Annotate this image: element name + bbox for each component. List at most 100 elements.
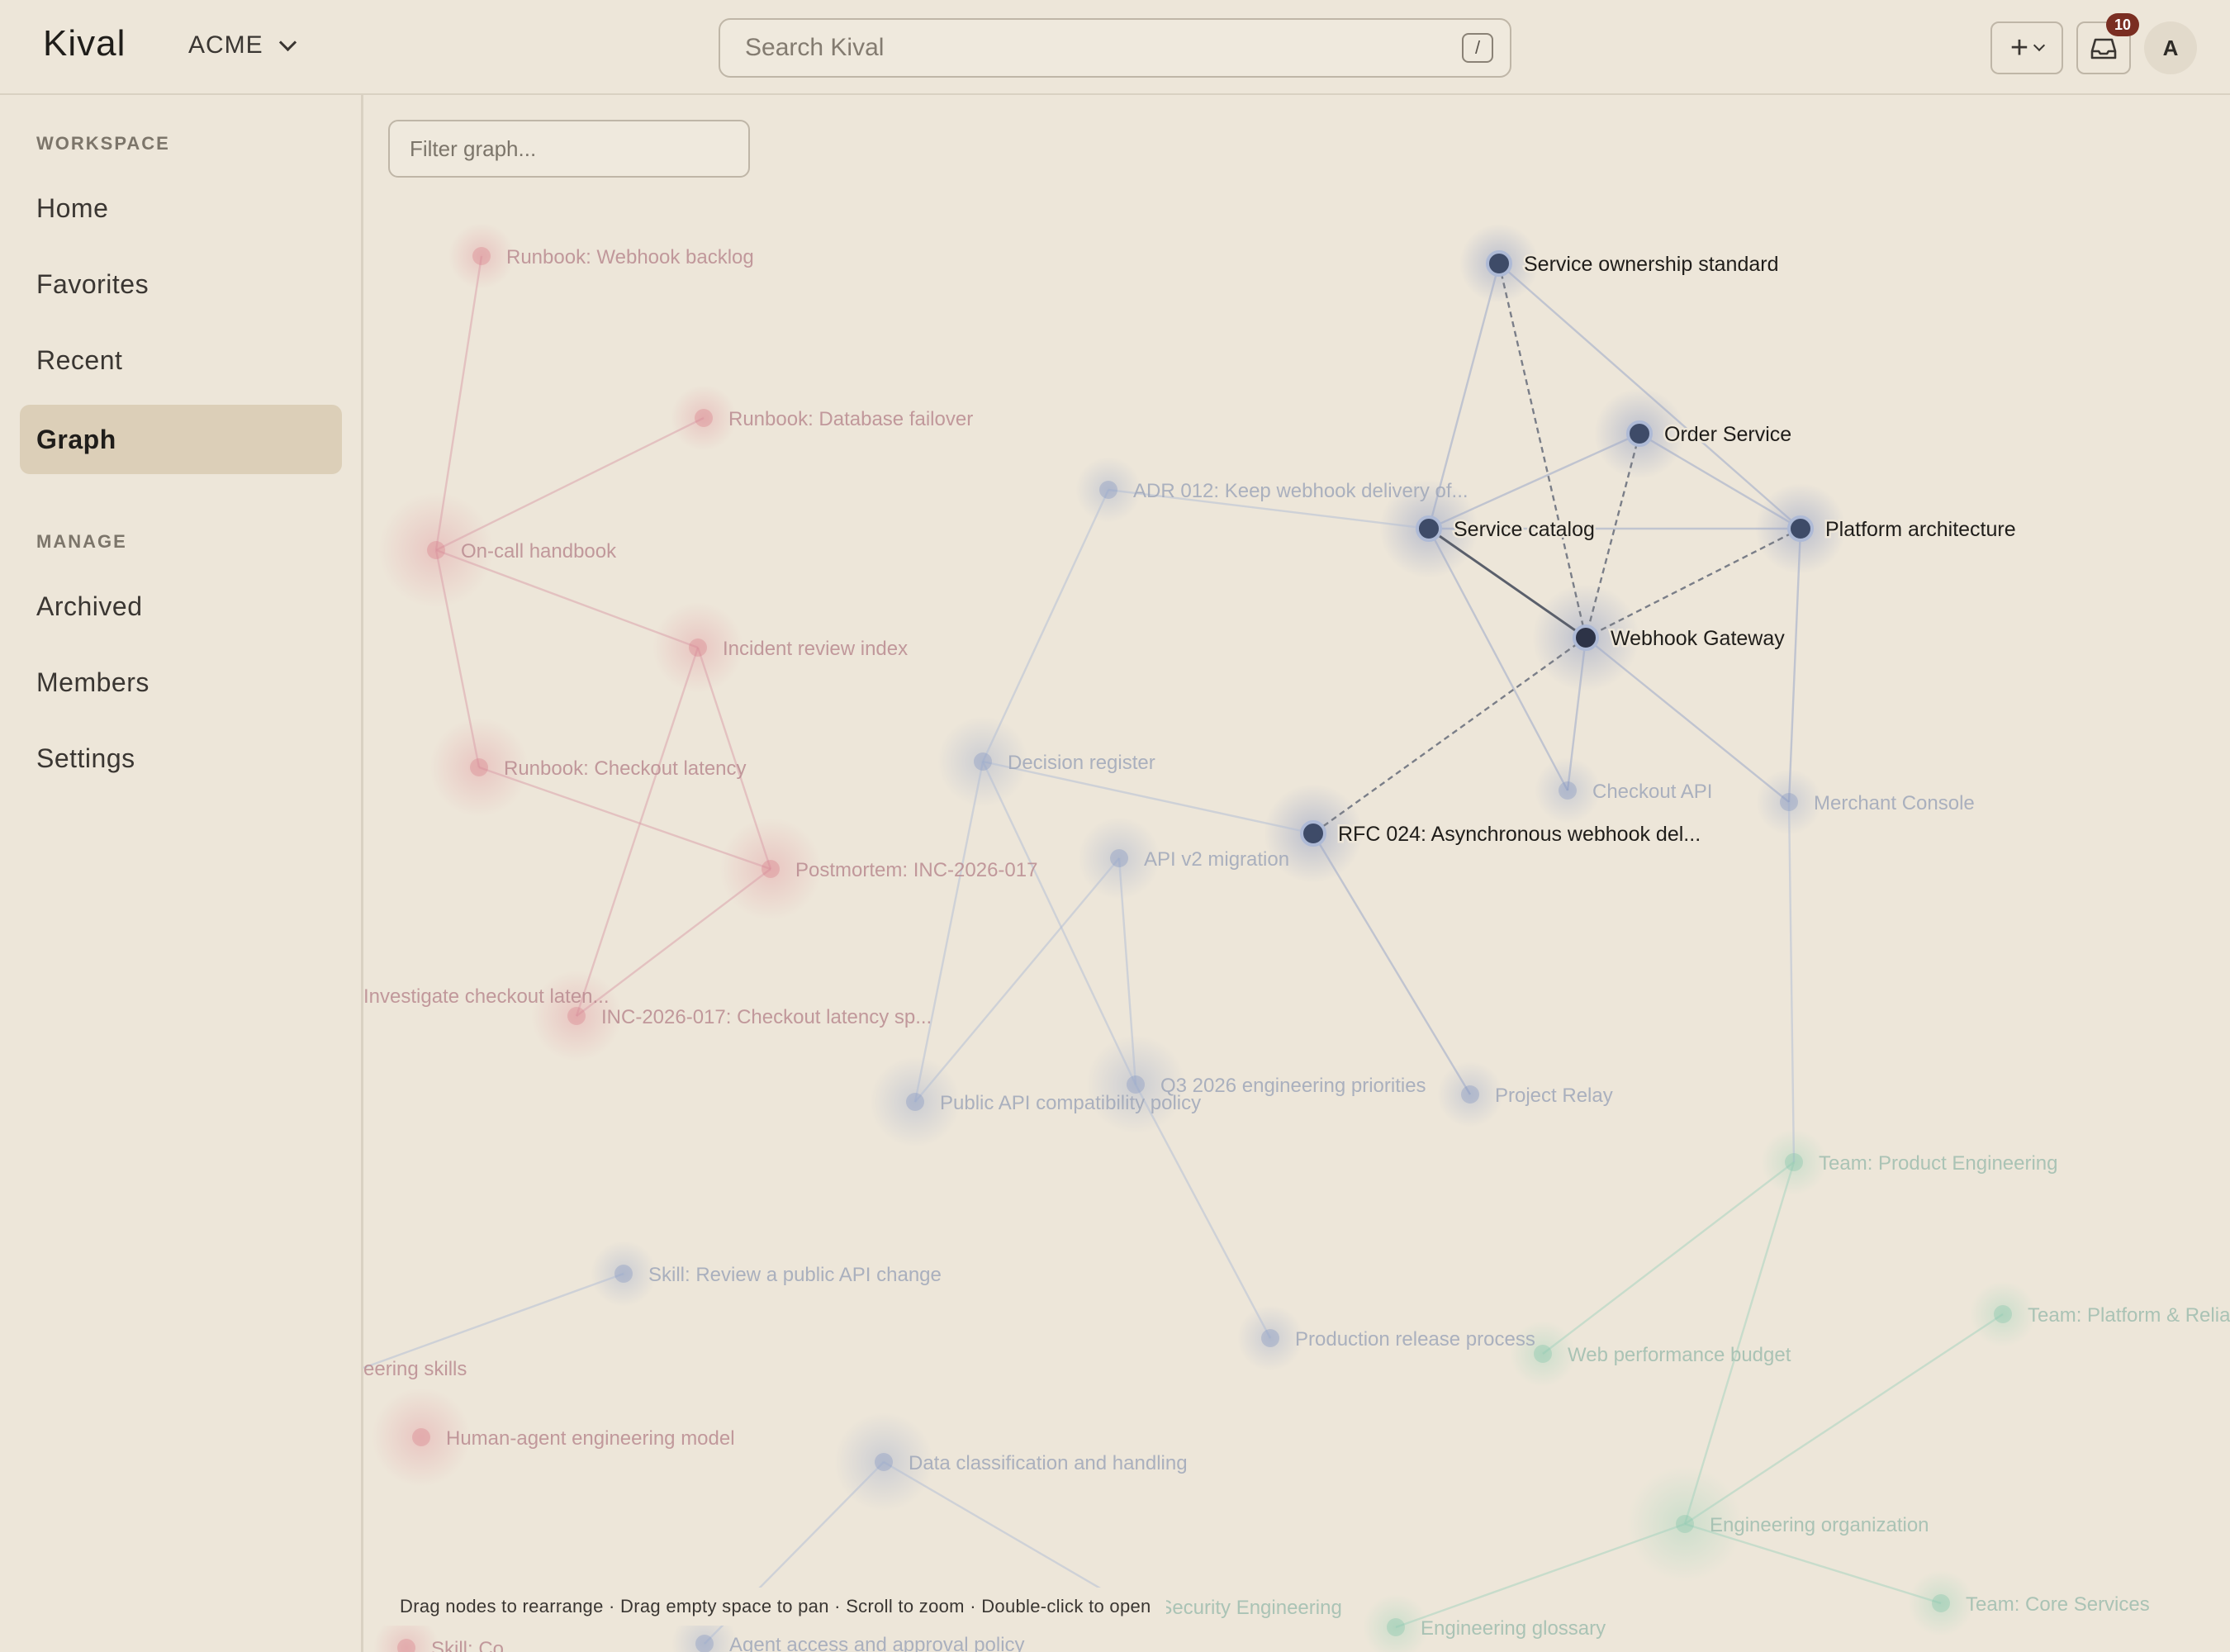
graph-node-label[interactable]: Incident review index bbox=[723, 638, 908, 660]
graph-node-incident-review-index[interactable] bbox=[689, 638, 707, 657]
graph-node-rfc-024[interactable] bbox=[1300, 820, 1326, 847]
graph-node-label[interactable]: Service catalog bbox=[1452, 516, 1597, 544]
graph-edge bbox=[1585, 637, 1790, 803]
graph-edge bbox=[1395, 1522, 1686, 1629]
graph-node-api-v2-migration[interactable] bbox=[1110, 849, 1128, 867]
graph-node-label[interactable]: eering skills bbox=[363, 1358, 467, 1380]
graph-node-q3-priorities[interactable] bbox=[1127, 1075, 1145, 1094]
graph-node-team-product-eng[interactable] bbox=[1785, 1153, 1803, 1171]
graph-node-runbook-database-failover[interactable] bbox=[695, 409, 713, 427]
graph-node-label[interactable]: Runbook: Checkout latency bbox=[504, 757, 747, 780]
graph-canvas[interactable]: Service ownership standard Order Service S… bbox=[363, 95, 2230, 1652]
graph-node-checkout-api[interactable] bbox=[1559, 781, 1577, 800]
sidebar-item-favorites[interactable]: Favorites bbox=[20, 249, 342, 319]
graph-node-label[interactable]: Engineering glossary bbox=[1421, 1617, 1606, 1640]
graph-node-label[interactable]: Skill: Review a public API change bbox=[648, 1264, 942, 1286]
graph-node-production-release[interactable] bbox=[1261, 1329, 1279, 1347]
graph-node-label[interactable]: ADR 012: Keep webhook delivery of... bbox=[1133, 480, 1468, 502]
graph-node-platform-architecture[interactable] bbox=[1787, 515, 1814, 542]
graph-node-project-relay[interactable] bbox=[1461, 1085, 1479, 1104]
sidebar-item-home[interactable]: Home bbox=[20, 173, 342, 243]
graph-node-label[interactable]: Web performance budget bbox=[1568, 1344, 1791, 1366]
section-label-workspace: WORKSPACE bbox=[36, 133, 170, 154]
graph-node-label[interactable]: Postmortem: INC-2026-017 bbox=[795, 859, 1037, 881]
graph-node-order-service[interactable] bbox=[1626, 420, 1653, 447]
search-box[interactable]: / bbox=[719, 18, 1511, 78]
knowledge-graph[interactable]: Service ownership standard Order Service S… bbox=[363, 95, 2230, 1652]
graph-node-label[interactable]: Skill: Co... bbox=[431, 1638, 520, 1652]
graph-node-inc-2026-017[interactable] bbox=[567, 1007, 586, 1025]
workspace-name: ACME bbox=[188, 31, 263, 59]
graph-node-engineering-glossary[interactable] bbox=[1387, 1618, 1405, 1636]
sidebar-item-recent[interactable]: Recent bbox=[20, 325, 342, 395]
graph-node-data-classification[interactable] bbox=[875, 1453, 893, 1471]
graph-node-label[interactable]: Agent access and approval policy bbox=[729, 1634, 1025, 1652]
graph-filter-input[interactable] bbox=[390, 121, 748, 176]
graph-node-team-platform[interactable] bbox=[1994, 1305, 2012, 1323]
graph-node-label[interactable]: Merchant Console bbox=[1814, 792, 1975, 814]
graph-node-engineering-org[interactable] bbox=[1676, 1515, 1694, 1533]
graph-node-label[interactable]: Data classification and handling bbox=[909, 1452, 1188, 1474]
graph-edge bbox=[883, 1460, 1132, 1608]
create-button[interactable]: + bbox=[1990, 21, 2063, 74]
graph-node-label[interactable]: Checkout API bbox=[1592, 781, 1712, 803]
graph-node-label[interactable]: Human-agent engineering model bbox=[446, 1427, 735, 1450]
graph-edge bbox=[914, 857, 1120, 1103]
graph-node-label[interactable]: RFC 024: Asynchronous webhook del... bbox=[1336, 821, 1703, 848]
graph-edge bbox=[435, 548, 699, 649]
graph-filter[interactable] bbox=[388, 120, 750, 178]
graph-node-label[interactable]: Investigate checkout laten... bbox=[363, 985, 610, 1008]
graph-edge bbox=[1498, 263, 1801, 529]
search-input[interactable] bbox=[722, 21, 1432, 74]
graph-node-label[interactable]: Team: Product Engineering bbox=[1819, 1152, 2058, 1175]
workspace-switcher[interactable]: ACME bbox=[188, 31, 297, 59]
graph-node-label[interactable]: INC-2026-017: Checkout latency sp... bbox=[601, 1006, 932, 1028]
sidebar: WORKSPACE Home Favorites Recent Graph MA… bbox=[0, 95, 363, 1652]
chevron-down-icon bbox=[278, 33, 297, 51]
graph-edge bbox=[363, 1272, 624, 1370]
graph-node-label[interactable]: Decision register bbox=[1008, 752, 1155, 774]
sidebar-item-graph[interactable]: Graph bbox=[20, 405, 342, 474]
graph-edge bbox=[981, 489, 1110, 762]
graph-node-public-api-compat[interactable] bbox=[906, 1093, 924, 1111]
graph-node-label[interactable]: On-call handbook bbox=[461, 540, 617, 563]
graph-node-runbook-webhook-backlog[interactable] bbox=[472, 247, 491, 265]
graph-node-label[interactable]: Runbook: Database failover bbox=[728, 408, 973, 430]
graph-node-service-ownership-standard[interactable] bbox=[1486, 250, 1512, 277]
graph-edge-related bbox=[1428, 527, 1587, 639]
graph-node-label[interactable]: Platform architecture bbox=[1824, 516, 2019, 544]
user-avatar[interactable]: A bbox=[2144, 21, 2197, 74]
graph-node-service-catalog[interactable] bbox=[1416, 515, 1442, 542]
graph-node-postmortem-inc-2026-017[interactable] bbox=[762, 860, 780, 878]
app-logo[interactable]: Kival bbox=[43, 23, 126, 64]
graph-node-decision-register[interactable] bbox=[974, 752, 992, 771]
graph-node-label[interactable]: Team: Platform & Relia bbox=[2028, 1304, 2230, 1327]
graph-node-label[interactable]: Team: Core Services bbox=[1966, 1593, 2150, 1616]
graph-node-label[interactable]: API v2 migration bbox=[1144, 848, 1289, 871]
graph-node-agent-access[interactable] bbox=[695, 1635, 714, 1652]
graph-node-label[interactable]: Q3 2026 engineering priorities bbox=[1160, 1075, 1426, 1097]
notification-badge: 10 bbox=[2106, 13, 2139, 36]
sidebar-item-settings[interactable]: Settings bbox=[20, 724, 342, 793]
graph-node-on-call-handbook[interactable] bbox=[427, 541, 445, 559]
search-shortcut-hint: / bbox=[1462, 33, 1493, 63]
graph-node-label[interactable]: Service ownership standard bbox=[1522, 251, 1782, 278]
graph-node-human-agent-model[interactable] bbox=[412, 1428, 430, 1446]
graph-node-webhook-gateway[interactable] bbox=[1573, 624, 1599, 651]
graph-node-label[interactable]: Project Relay bbox=[1495, 1085, 1613, 1107]
graph-node-adr-012[interactable] bbox=[1099, 481, 1117, 499]
graph-node-team-core-services[interactable] bbox=[1932, 1594, 1950, 1612]
graph-edge-related bbox=[1497, 263, 1587, 638]
graph-node-merchant-console[interactable] bbox=[1780, 793, 1798, 811]
graph-node-runbook-checkout-latency[interactable] bbox=[470, 758, 488, 776]
graph-node-label[interactable]: Order Service bbox=[1663, 421, 1794, 449]
sidebar-item-members[interactable]: Members bbox=[20, 648, 342, 717]
graph-node-label[interactable]: Engineering organization bbox=[1710, 1514, 1929, 1536]
graph-edge bbox=[981, 761, 1137, 1085]
graph-node-label[interactable]: Runbook: Webhook backlog bbox=[506, 246, 754, 268]
graph-node-label[interactable]: Webhook Gateway bbox=[1609, 625, 1787, 653]
sidebar-item-archived[interactable]: Archived bbox=[20, 572, 342, 641]
graph-node-label[interactable]: Production release process bbox=[1295, 1328, 1535, 1351]
graph-node-web-perf-budget[interactable] bbox=[1534, 1345, 1552, 1363]
graph-node-skill-review-api[interactable] bbox=[614, 1265, 633, 1283]
